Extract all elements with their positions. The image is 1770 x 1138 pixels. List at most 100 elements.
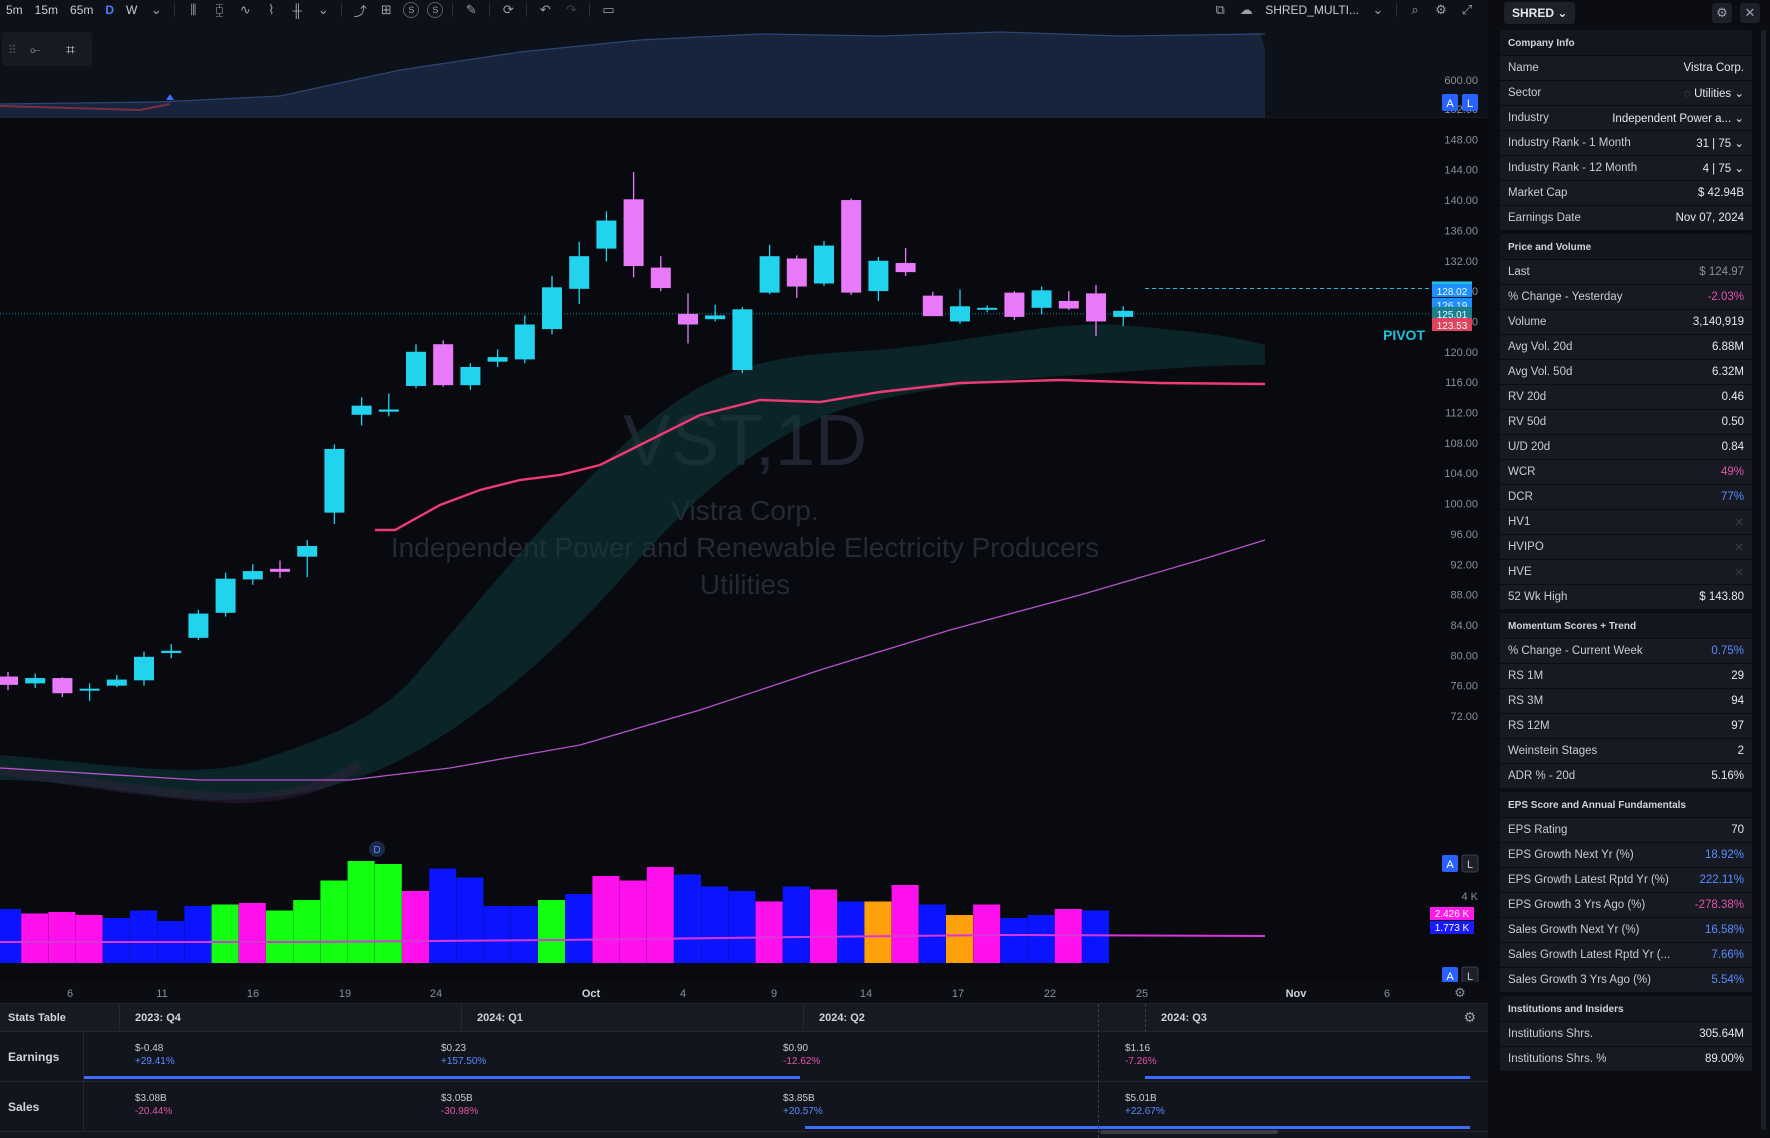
drag-handle-icon[interactable]: ⠿ [8, 43, 17, 57]
calendar-icon[interactable]: ▭ [595, 0, 621, 20]
auto-scale-label: A [1446, 98, 1454, 110]
fullscreen-icon[interactable]: ⤢ [1454, 0, 1480, 20]
candle-body [0, 676, 18, 685]
indicators-icon[interactable]: ⤴ [347, 0, 373, 20]
chevron-down-icon[interactable]: ⌄ [1365, 0, 1391, 20]
gear-icon[interactable]: ⚙ [1454, 985, 1466, 1000]
panel-row: HVIPO ✕ [1500, 534, 1752, 559]
candle-body [950, 306, 970, 322]
row-label: Institutions Shrs. % [1508, 1053, 1607, 1065]
row-rank-1m[interactable]: Industry Rank - 1 Month 31 | 75 ⌄ [1500, 130, 1752, 155]
redo-icon[interactable]: ↷ [558, 0, 584, 20]
candle-body [1113, 310, 1134, 317]
row-value: 0.75% [1711, 645, 1744, 657]
row-label: Sales Growth Latest Rptd Yr (... [1508, 949, 1671, 961]
row-label: Industry [1508, 112, 1549, 124]
gear-icon[interactable]: ⚙ [1712, 3, 1732, 23]
cell-change: -12.62% [783, 1056, 821, 1067]
volume-bar [1000, 918, 1028, 963]
price-chart[interactable]: ⠿ ⟜ ⌗ VST,1D Vistra Corp. Independent Po… [0, 20, 1488, 1003]
date-label: 6 [67, 988, 73, 1000]
close-icon: ✕ [1734, 517, 1744, 529]
panel-row: RS 3M 94 [1500, 688, 1752, 713]
window-icon[interactable]: ⧉ [1207, 0, 1233, 20]
row-value: 0.84 [1721, 441, 1744, 453]
bars-icon[interactable]: ⫼ [180, 0, 206, 20]
watermark-sector: Utilities [700, 569, 790, 600]
volume-bar [429, 868, 457, 963]
candle-body [814, 245, 834, 284]
row-value: 70 [1731, 824, 1744, 836]
row-value: 3,140,919 [1692, 316, 1744, 328]
script-s-icon[interactable]: S [403, 2, 420, 18]
panel-row: RS 1M 29 [1500, 663, 1752, 688]
cell-change: +29.41% [135, 1056, 175, 1067]
row-value: Vistra Corp. [1683, 62, 1744, 74]
candle-body [270, 568, 290, 572]
candle-body [678, 313, 698, 325]
chevron-down-icon[interactable]: ⌄ [310, 0, 336, 20]
panel-header: SHRED ⌄ ⚙ ✕ [1496, 0, 1770, 26]
row-label: Name [1508, 62, 1539, 74]
volume-bar [946, 915, 973, 963]
chevron-down-icon[interactable]: ⌄ [143, 0, 169, 20]
cloud-icon[interactable]: ☁ [1233, 0, 1259, 20]
gear-icon[interactable]: ⚙ [1463, 1009, 1476, 1026]
interval-d[interactable]: D [99, 0, 120, 20]
candle-body [460, 366, 481, 386]
layout-name[interactable]: SHRED_MULTI... [1259, 0, 1365, 20]
row-rank-12m[interactable]: Industry Rank - 12 Month 4 | 75 ⌄ [1500, 155, 1752, 180]
price-tick: 100.00 [1444, 499, 1478, 511]
area-chart-icon[interactable]: ⌇ [258, 0, 284, 20]
row-label: Industry Rank - 1 Month [1508, 137, 1631, 149]
date-label: Nov [1286, 988, 1308, 1000]
volume-bar [918, 904, 946, 963]
price-tick: 148.00 [1444, 134, 1478, 146]
horizontal-scrollbar[interactable] [1100, 1130, 1278, 1134]
watermark-industry: Independent Power and Renewable Electric… [391, 532, 1099, 563]
undo-icon[interactable]: ↶ [532, 0, 558, 20]
interval-65m[interactable]: 65m [64, 0, 99, 20]
row-industry[interactable]: Industry Independent Power a... ⌄ [1500, 105, 1752, 130]
row-label: U/D 20d [1508, 441, 1551, 453]
gear-icon[interactable]: ⚙ [1428, 0, 1454, 20]
interval-15m[interactable]: 15m [29, 0, 64, 20]
interval-5m[interactable]: 5m [0, 0, 29, 20]
script-s2-icon[interactable]: S [427, 2, 444, 18]
candle-body [1031, 290, 1052, 308]
row-sector[interactable]: Sector ◌ Utilities ⌄ [1500, 80, 1752, 105]
trendline-icon[interactable]: ⟜ [30, 42, 40, 57]
candle-body [922, 295, 943, 317]
hlc-icon[interactable]: ╫ [284, 0, 310, 20]
institutions-section: Institutions and Insiders Institutions S… [1500, 996, 1752, 1071]
crosshair-icon[interactable]: ⌗ [66, 42, 75, 59]
chart-toolbar: 5m 15m 65m D W ⌄ ⫼ ⧮ ∿ ⌇ ╫ ⌄ ⤴ ⊞ S S ✎ ⟳… [0, 0, 1488, 20]
search-icon[interactable]: ⌕ [1402, 0, 1428, 20]
candles-icon[interactable]: ⧮ [206, 0, 232, 20]
interval-w[interactable]: W [120, 0, 143, 20]
date-label: 9 [771, 988, 777, 1000]
refresh-icon[interactable]: ⟳ [495, 0, 521, 20]
chevron-down-icon: ⌄ [1557, 6, 1568, 20]
panel-scrollbar[interactable] [1761, 30, 1766, 1130]
panel-row: Volume 3,140,919 [1500, 309, 1752, 334]
date-label: 16 [247, 988, 259, 1000]
close-icon[interactable]: ✕ [1740, 3, 1760, 23]
layouts-icon[interactable]: ⊞ [373, 0, 399, 20]
pencil-icon[interactable]: ✎ [458, 0, 484, 20]
volume-bar [238, 903, 266, 963]
row-label: ADR % - 20d [1508, 770, 1576, 782]
cell-change: -7.26% [1125, 1056, 1157, 1067]
volume-bar [293, 900, 321, 963]
shred-dropdown[interactable]: SHRED ⌄ [1504, 2, 1576, 24]
panel-row: HVE ✕ [1500, 559, 1752, 584]
date-label: 19 [339, 988, 351, 1000]
line-chart-icon[interactable]: ∿ [232, 0, 258, 20]
table-cell: $1.16 -7.26% [1110, 1032, 1410, 1081]
row-label: Avg Vol. 50d [1508, 366, 1573, 378]
log-scale-label-3: L [1467, 971, 1473, 983]
date-label: 4 [680, 988, 686, 1000]
panel-row: Sales Growth 3 Yrs Ago (%) 5.54% [1500, 967, 1752, 992]
row-value: $ 124.97 [1699, 266, 1744, 278]
quarter-header: 2023: Q4 [120, 1003, 462, 1032]
